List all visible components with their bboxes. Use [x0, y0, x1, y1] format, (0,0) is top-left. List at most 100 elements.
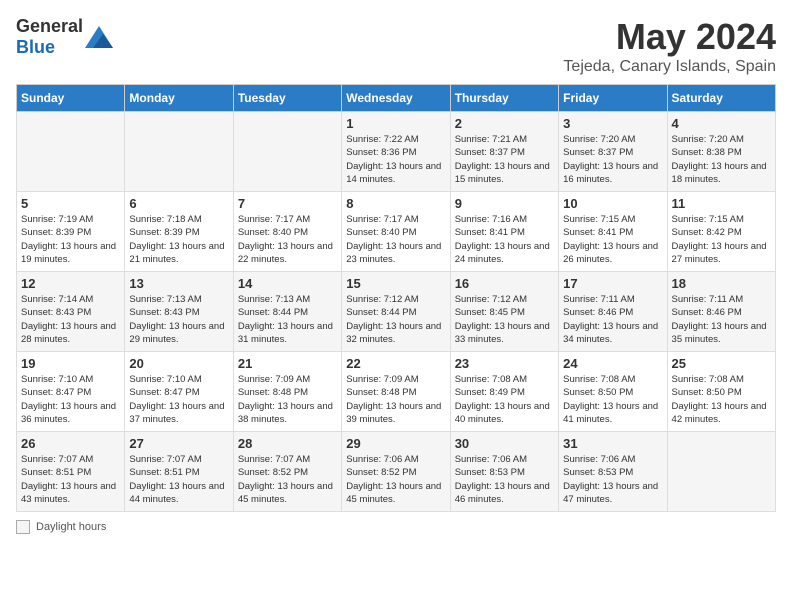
day-info: Sunrise: 7:08 AM Sunset: 8:50 PM Dayligh…	[672, 373, 771, 426]
day-number: 2	[455, 116, 554, 131]
subtitle: Tejeda, Canary Islands, Spain	[563, 58, 776, 76]
calendar-cell: 14Sunrise: 7:13 AM Sunset: 8:44 PM Dayli…	[233, 272, 341, 352]
day-info: Sunrise: 7:06 AM Sunset: 8:53 PM Dayligh…	[563, 453, 662, 506]
calendar-cell: 6 Sunrise: 7:18 AM Sunset: 8:39 PM Daylig…	[125, 192, 233, 272]
calendar-week-row: 1Sunrise: 7:22 AM Sunset: 8:36 PM Daylig…	[17, 112, 776, 192]
day-number: 12	[21, 276, 120, 291]
day-number: 24	[563, 356, 662, 371]
calendar-cell	[233, 112, 341, 192]
day-info: Sunrise: 7:20 AM Sunset: 8:37 PM Dayligh…	[563, 133, 662, 186]
day-info: Sunrise: 7:13 AM Sunset: 8:43 PM Dayligh…	[129, 293, 228, 346]
day-number: 31	[563, 436, 662, 451]
calendar-table: SundayMondayTuesdayWednesdayThursdayFrid…	[16, 84, 776, 512]
footer: Daylight hours	[16, 520, 776, 534]
day-number: 3	[563, 116, 662, 131]
day-info: Sunrise: 7:19 AM Sunset: 8:39 PM Dayligh…	[21, 213, 120, 266]
day-info: Sunrise: 7:15 AM Sunset: 8:41 PM Dayligh…	[563, 213, 662, 266]
calendar-cell: 4 Sunrise: 7:20 AM Sunset: 8:38 PM Daylig…	[667, 112, 775, 192]
calendar-cell: 22Sunrise: 7:09 AM Sunset: 8:48 PM Dayli…	[342, 352, 450, 432]
day-info: Sunrise: 7:15 AM Sunset: 8:42 PM Dayligh…	[672, 213, 771, 266]
calendar-cell: 16 Sunrise: 7:12 AM Sunset: 8:45 PM Dayli…	[450, 272, 558, 352]
day-number: 6	[129, 196, 228, 211]
day-info: Sunrise: 7:16 AM Sunset: 8:41 PM Dayligh…	[455, 213, 554, 266]
calendar-cell: 13 Sunrise: 7:13 AM Sunset: 8:43 PM Dayli…	[125, 272, 233, 352]
day-info: Sunrise: 7:10 AM Sunset: 8:47 PM Dayligh…	[129, 373, 228, 426]
day-info: Sunrise: 7:11 AM Sunset: 8:46 PM Dayligh…	[563, 293, 662, 346]
calendar-cell: 31 Sunrise: 7:06 AM Sunset: 8:53 PM Dayli…	[559, 432, 667, 512]
logo-icon	[85, 26, 113, 48]
calendar-cell: 27Sunrise: 7:07 AM Sunset: 8:51 PM Dayli…	[125, 432, 233, 512]
day-info: Sunrise: 7:17 AM Sunset: 8:40 PM Dayligh…	[346, 213, 445, 266]
day-info: Sunrise: 7:17 AM Sunset: 8:40 PM Dayligh…	[238, 213, 337, 266]
day-info: Sunrise: 7:07 AM Sunset: 8:51 PM Dayligh…	[129, 453, 228, 506]
day-info: Sunrise: 7:22 AM Sunset: 8:36 PM Dayligh…	[346, 133, 445, 186]
calendar-cell	[667, 432, 775, 512]
day-number: 15	[346, 276, 445, 291]
calendar-cell: 12 Sunrise: 7:14 AM Sunset: 8:43 PM Dayli…	[17, 272, 125, 352]
day-number: 30	[455, 436, 554, 451]
logo: General Blue	[16, 16, 113, 58]
calendar-header-row: SundayMondayTuesdayWednesdayThursdayFrid…	[17, 85, 776, 112]
day-info: Sunrise: 7:11 AM Sunset: 8:46 PM Dayligh…	[672, 293, 771, 346]
calendar-cell: 11 Sunrise: 7:15 AM Sunset: 8:42 PM Dayli…	[667, 192, 775, 272]
day-info: Sunrise: 7:06 AM Sunset: 8:52 PM Dayligh…	[346, 453, 445, 506]
calendar-cell: 15 Sunrise: 7:12 AM Sunset: 8:44 PM Dayli…	[342, 272, 450, 352]
day-info: Sunrise: 7:12 AM Sunset: 8:45 PM Dayligh…	[455, 293, 554, 346]
calendar-cell	[125, 112, 233, 192]
column-header-thursday: Thursday	[450, 85, 558, 112]
day-number: 25	[672, 356, 771, 371]
calendar-cell: 9 Sunrise: 7:16 AM Sunset: 8:41 PM Daylig…	[450, 192, 558, 272]
day-info: Sunrise: 7:09 AM Sunset: 8:48 PM Dayligh…	[238, 373, 337, 426]
calendar-cell: 7Sunrise: 7:17 AM Sunset: 8:40 PM Daylig…	[233, 192, 341, 272]
calendar-cell: 20 Sunrise: 7:10 AM Sunset: 8:47 PM Dayli…	[125, 352, 233, 432]
day-info: Sunrise: 7:08 AM Sunset: 8:49 PM Dayligh…	[455, 373, 554, 426]
calendar-cell: 1Sunrise: 7:22 AM Sunset: 8:36 PM Daylig…	[342, 112, 450, 192]
column-header-saturday: Saturday	[667, 85, 775, 112]
day-number: 20	[129, 356, 228, 371]
calendar-cell: 18 Sunrise: 7:11 AM Sunset: 8:46 PM Dayli…	[667, 272, 775, 352]
day-number: 19	[21, 356, 120, 371]
day-info: Sunrise: 7:12 AM Sunset: 8:44 PM Dayligh…	[346, 293, 445, 346]
day-number: 23	[455, 356, 554, 371]
calendar-cell: 2 Sunrise: 7:21 AM Sunset: 8:37 PM Daylig…	[450, 112, 558, 192]
calendar-cell: 8 Sunrise: 7:17 AM Sunset: 8:40 PM Daylig…	[342, 192, 450, 272]
day-number: 9	[455, 196, 554, 211]
day-info: Sunrise: 7:21 AM Sunset: 8:37 PM Dayligh…	[455, 133, 554, 186]
day-number: 16	[455, 276, 554, 291]
calendar-week-row: 26 Sunrise: 7:07 AM Sunset: 8:51 PM Dayli…	[17, 432, 776, 512]
day-info: Sunrise: 7:18 AM Sunset: 8:39 PM Dayligh…	[129, 213, 228, 266]
day-number: 14	[238, 276, 337, 291]
daylight-label: Daylight hours	[36, 521, 106, 533]
day-number: 18	[672, 276, 771, 291]
title-block: May 2024 Tejeda, Canary Islands, Spain	[563, 16, 776, 76]
calendar-cell: 19Sunrise: 7:10 AM Sunset: 8:47 PM Dayli…	[17, 352, 125, 432]
day-info: Sunrise: 7:20 AM Sunset: 8:38 PM Dayligh…	[672, 133, 771, 186]
day-number: 13	[129, 276, 228, 291]
calendar-cell: 25 Sunrise: 7:08 AM Sunset: 8:50 PM Dayli…	[667, 352, 775, 432]
main-title: May 2024	[563, 16, 776, 58]
day-number: 29	[346, 436, 445, 451]
calendar-cell: 3 Sunrise: 7:20 AM Sunset: 8:37 PM Daylig…	[559, 112, 667, 192]
day-number: 4	[672, 116, 771, 131]
day-number: 5	[21, 196, 120, 211]
calendar-cell: 24 Sunrise: 7:08 AM Sunset: 8:50 PM Dayli…	[559, 352, 667, 432]
day-info: Sunrise: 7:14 AM Sunset: 8:43 PM Dayligh…	[21, 293, 120, 346]
calendar-cell: 30Sunrise: 7:06 AM Sunset: 8:53 PM Dayli…	[450, 432, 558, 512]
day-number: 22	[346, 356, 445, 371]
calendar-week-row: 5 Sunrise: 7:19 AM Sunset: 8:39 PM Daylig…	[17, 192, 776, 272]
day-info: Sunrise: 7:07 AM Sunset: 8:51 PM Dayligh…	[21, 453, 120, 506]
day-number: 21	[238, 356, 337, 371]
column-header-tuesday: Tuesday	[233, 85, 341, 112]
day-number: 11	[672, 196, 771, 211]
calendar-cell: 23 Sunrise: 7:08 AM Sunset: 8:49 PM Dayli…	[450, 352, 558, 432]
day-number: 26	[21, 436, 120, 451]
calendar-week-row: 12 Sunrise: 7:14 AM Sunset: 8:43 PM Dayli…	[17, 272, 776, 352]
logo-text-blue: Blue	[16, 37, 55, 57]
day-info: Sunrise: 7:07 AM Sunset: 8:52 PM Dayligh…	[238, 453, 337, 506]
day-number: 8	[346, 196, 445, 211]
calendar-cell: 28 Sunrise: 7:07 AM Sunset: 8:52 PM Dayli…	[233, 432, 341, 512]
calendar-cell	[17, 112, 125, 192]
day-number: 28	[238, 436, 337, 451]
day-info: Sunrise: 7:08 AM Sunset: 8:50 PM Dayligh…	[563, 373, 662, 426]
calendar-cell: 17Sunrise: 7:11 AM Sunset: 8:46 PM Dayli…	[559, 272, 667, 352]
